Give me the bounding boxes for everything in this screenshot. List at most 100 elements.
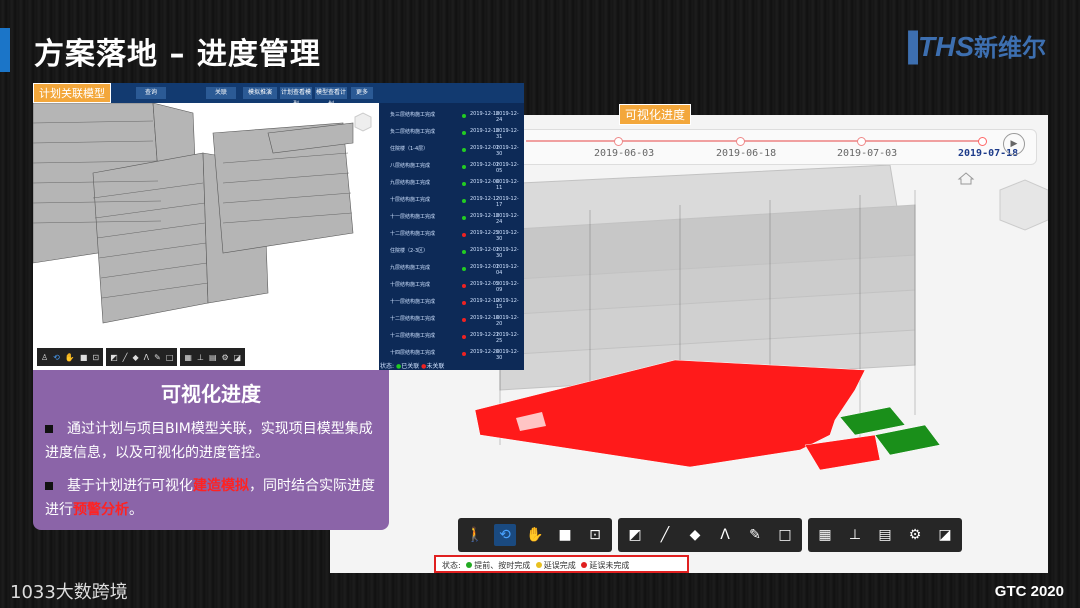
camera-icon[interactable]: ■ [80,353,88,362]
orbit-icon[interactable]: ⟲ [53,353,60,362]
task-row[interactable]: 十一层结构施工完成 2019-12-18 2019-12-24 [380,213,524,227]
measure-icon[interactable]: ╱ [123,353,128,362]
task-row[interactable]: 十层结构施工完成 2019-12-12 2019-12-17 [380,196,524,210]
timeline-date: 2019-06-03 [594,148,655,159]
toolbar-group-tools: ◩ ╱ ◆ Λ ✎ □ [618,518,802,552]
angle-icon[interactable]: Λ [714,524,736,546]
legend-dot-red [581,562,588,568]
task-end: 2019-12-24 [496,213,519,225]
task-status-dot [462,131,466,135]
box-cut-icon[interactable]: ◩ [624,524,646,546]
task-row[interactable]: 十二层结构施工完成 2019-12-16 2019-12-20 [380,315,524,329]
task-start: 2019-12-01 [470,247,500,253]
task-start: 2019-12-18 [470,111,500,117]
task-end: 2019-12-30 [496,145,519,157]
zoom-box-icon[interactable]: ⊡ [92,353,99,362]
grey-building-model[interactable] [33,103,379,370]
timeline-track[interactable] [526,140,982,142]
cube-icon[interactable]: ◆ [133,353,139,362]
view-cube-small[interactable] [354,112,372,132]
legend-item: 提前、按时完成 [474,561,531,570]
task-status-dot [462,182,466,186]
simulate-button[interactable]: 模拟推演 [243,87,277,99]
task-status-dot [462,267,466,271]
task-end: 2019-12-15 [496,298,519,310]
task-name: 住院楼（2-3区） [390,248,429,254]
tree-icon[interactable]: ⊥ [844,524,866,546]
plan-view-model-button[interactable]: 计划查看模型 [280,87,312,108]
task-end: 2019-12-24 [496,111,519,123]
task-name: 十一层结构施工完成 [390,214,436,220]
structure-icon[interactable]: ▦ [184,353,192,362]
timeline-point[interactable] [736,137,745,146]
left-tag: 计划关联模型 [33,83,111,103]
timeline-point[interactable] [614,137,623,146]
bullet-square-icon [45,425,53,433]
property-icon[interactable]: ▤ [874,524,896,546]
hand-icon[interactable]: ✋ [65,353,75,362]
timeline-date: 2019-06-18 [716,148,777,159]
person-icon[interactable]: 🚶 [464,524,486,546]
home-icon[interactable] [957,172,975,185]
play-icon[interactable]: ▶ [1003,133,1025,155]
area-icon[interactable]: □ [166,353,174,362]
timeline-date: 2019-07-03 [837,148,898,159]
hand-icon[interactable]: ✋ [524,524,546,546]
cube-icon[interactable]: ◆ [684,524,706,546]
task-name: 住院楼（1-4层） [390,146,429,152]
task-name: 负三层结构施工完成 [390,112,436,118]
task-name: 负二层结构施工完成 [390,129,436,135]
task-name: 九层结构施工完成 [390,265,431,271]
timeline-handle[interactable] [978,137,987,146]
task-row[interactable]: 负三层结构施工完成 2019-12-18 2019-12-24 [380,111,524,125]
angle-icon[interactable]: Λ [144,353,149,362]
task-start: 2019-12-01 [470,145,500,151]
left-toolbar-group: ▦ ⊥ ▤ ⚙ ◪ [180,348,246,366]
structure-icon[interactable]: ▦ [814,524,836,546]
property-icon[interactable]: ▤ [209,353,217,362]
link-button[interactable]: 关联 [206,87,236,99]
box-cut-icon[interactable]: ◩ [110,353,118,362]
more-button[interactable]: 更多 [351,87,373,99]
task-row[interactable]: 八层结构施工完成 2019-12-01 2019-12-05 [380,162,524,176]
view-cube[interactable] [999,179,1048,231]
fullscreen-icon[interactable]: ◪ [234,353,242,362]
task-row[interactable]: 十三层结构施工完成 2019-12-21 2019-12-25 [380,332,524,346]
gear-icon[interactable]: ⚙ [904,524,926,546]
measure-icon[interactable]: ╱ [654,524,676,546]
tree-icon[interactable]: ⊥ [197,353,204,362]
task-row[interactable]: 住院楼（1-4层） 2019-12-01 2019-12-30 [380,145,524,159]
task-row[interactable]: 十二层结构施工完成 2019-12-25 2019-12-30 [380,230,524,244]
logo-cn: 新维尔 [974,34,1046,62]
zoom-box-icon[interactable]: ⊡ [584,524,606,546]
query-button[interactable]: 查询 [136,87,166,99]
task-status-dot [462,114,466,118]
palette-icon[interactable]: ✎ [154,353,161,362]
task-row[interactable]: 十一层结构施工完成 2019-12-10 2019-12-15 [380,298,524,312]
highlight-text: 建造模拟 [193,478,249,494]
legend-label: 状态: [442,561,461,570]
orbit-icon[interactable]: ⟲ [494,524,516,546]
task-start: 2019-12-21 [470,332,500,338]
legend-dot-green [466,562,473,568]
task-row[interactable]: 住院楼（2-3区） 2019-12-01 2019-12-30 [380,247,524,261]
bullet-text: 。 [129,502,143,518]
area-icon[interactable]: □ [774,524,796,546]
task-name: 十二层结构施工完成 [390,316,436,322]
task-row[interactable]: 负二层结构施工完成 2019-12-18 2019-12-31 [380,128,524,142]
panel-title: 可视化进度 [161,382,261,406]
person-icon[interactable]: ♙ [41,353,48,362]
gear-icon[interactable]: ⚙ [222,353,229,362]
palette-icon[interactable]: ✎ [744,524,766,546]
timeline-slider[interactable] [505,129,1037,165]
task-status-dot [462,284,466,288]
camera-icon[interactable]: ■ [554,524,576,546]
task-row[interactable]: 九层结构施工完成 2019-12-01 2019-12-04 [380,264,524,278]
model-view-plan-button[interactable]: 模型查看计划 [315,87,347,108]
status-item: 已关联 [401,363,420,370]
timeline-point[interactable] [857,137,866,146]
task-row[interactable]: 九层结构施工完成 2019-12-06 2019-12-11 [380,179,524,193]
task-row[interactable]: 十层结构施工完成 2019-12-05 2019-12-09 [380,281,524,295]
fullscreen-icon[interactable]: ◪ [934,524,956,546]
task-start: 2019-12-26 [470,349,500,355]
